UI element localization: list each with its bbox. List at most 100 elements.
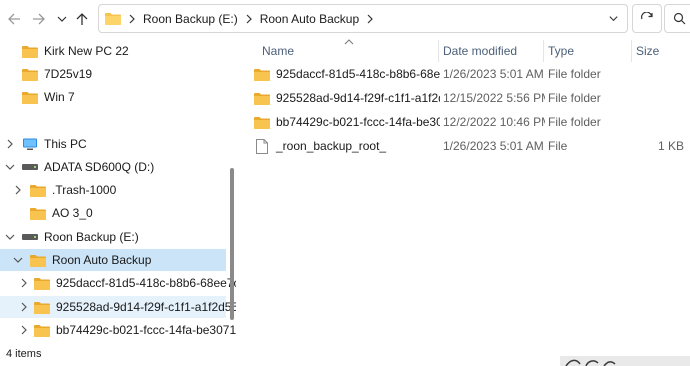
address-history-button[interactable] <box>608 13 619 27</box>
file-name-cell: _roon_backup_root_ <box>256 134 440 158</box>
drive-icon <box>22 234 38 240</box>
file-name-cell: bb74429c-b021-fccc-14fa-be30714f8c... <box>254 110 440 134</box>
nav-item-win-7[interactable]: Win 7 <box>0 86 226 108</box>
breadcrumb-folder[interactable]: Roon Auto Backup <box>260 12 359 26</box>
column-header-date-modified[interactable]: Date modified <box>443 41 517 61</box>
file-row[interactable]: _roon_backup_root_ 1/26/2023 5:01 AM Fil… <box>250 134 690 158</box>
breadcrumb-separator-icon[interactable] <box>245 14 253 24</box>
sort-ascending-icon <box>344 39 354 45</box>
nav-item-label: 925daccf-81d5-418c-b8b6-68ee7c131694 <box>56 276 236 290</box>
file-date: 1/26/2023 5:01 AM <box>443 139 544 153</box>
navigation-scrollbar[interactable] <box>229 40 236 340</box>
folder-icon <box>30 184 46 197</box>
file-type: File folder <box>548 115 601 129</box>
refresh-button[interactable] <box>632 4 662 33</box>
chevron-right-icon[interactable] <box>20 324 28 336</box>
chevron-down-icon <box>609 16 618 22</box>
chevron-down-icon[interactable] <box>4 161 16 173</box>
chevron-down-icon[interactable] <box>12 254 24 266</box>
arrow-right-icon <box>33 13 45 25</box>
breadcrumb-drive[interactable]: Roon Backup (E:) <box>143 12 238 26</box>
scrollbar-thumb[interactable] <box>230 168 234 320</box>
chevron-right-icon[interactable] <box>4 138 16 150</box>
file-name-cell: 925daccf-81d5-418c-b8b6-68ee7c131... <box>254 62 440 86</box>
nav-item-kirk-new-pc[interactable]: Kirk New PC 22 <box>0 40 226 62</box>
file-type: File <box>548 139 568 153</box>
refresh-icon <box>641 11 653 19</box>
folder-icon <box>254 68 270 81</box>
nav-item-bb74429c[interactable]: bb74429c-b021-fccc-14fa-be30714f8cb1 <box>0 319 236 340</box>
nav-item-label: bb74429c-b021-fccc-14fa-be30714f8cb1 <box>56 323 236 337</box>
file-row[interactable]: 925528ad-9d14-f29f-c1f1-a1f2d5507... 12/… <box>250 86 690 110</box>
nav-item-label: Roon Auto Backup <box>52 253 152 267</box>
chevron-right-icon[interactable] <box>20 277 28 289</box>
folder-icon <box>30 207 46 220</box>
file-name-cell: 925528ad-9d14-f29f-c1f1-a1f2d5507... <box>254 86 440 110</box>
chevron-down-icon[interactable] <box>4 231 16 243</box>
file-type: File folder <box>548 91 601 105</box>
column-header-size[interactable]: Size <box>636 41 659 61</box>
folder-icon <box>22 91 38 104</box>
column-divider[interactable] <box>543 40 544 62</box>
column-header-type[interactable]: Type <box>548 41 574 61</box>
nav-item-trash[interactable]: .Trash-1000 <box>0 179 226 201</box>
nav-item-label: AO 3_0 <box>52 206 93 220</box>
nav-item-label: 7D25v19 <box>44 67 93 81</box>
nav-item-ao-3-0[interactable]: AO 3_0 <box>0 202 226 224</box>
nav-item-label: Kirk New PC 22 <box>44 44 129 58</box>
file-list[interactable]: Name Date modified Type Size 925daccf-81… <box>240 39 690 340</box>
up-button[interactable] <box>72 9 92 29</box>
nav-item-adata-drive[interactable]: ADATA SD600Q (D:) <box>0 156 226 178</box>
file-icon <box>256 138 268 154</box>
drive-icon <box>22 164 38 170</box>
nav-item-925528ad[interactable]: 925528ad-9d14-f29f-c1f1-a1f2d550798b <box>0 296 236 318</box>
chevron-down-icon <box>57 16 67 22</box>
back-button[interactable] <box>4 9 24 29</box>
column-divider[interactable] <box>438 40 439 62</box>
nav-item-label: Win 7 <box>44 90 75 104</box>
folder-icon <box>34 277 50 290</box>
breadcrumb-separator-icon[interactable] <box>366 14 374 24</box>
arrow-up-icon <box>76 13 88 25</box>
column-header-name[interactable]: Name <box>262 41 294 61</box>
nav-item-label: .Trash-1000 <box>52 183 117 197</box>
file-row[interactable]: 925daccf-81d5-418c-b8b6-68ee7c131... 1/2… <box>250 62 690 86</box>
status-item-count: 4 items <box>6 348 42 360</box>
nav-item-roon-backup-drive[interactable]: Roon Backup (E:) <box>0 226 226 248</box>
desktop-background-fragment <box>560 356 690 366</box>
breadcrumb-separator-icon[interactable] <box>128 14 136 24</box>
search-icon <box>673 12 686 25</box>
navigation-pane[interactable]: Kirk New PC 22 7D25v19 Win 7 This PC ADA… <box>0 40 236 340</box>
file-date: 12/2/2022 10:46 PM <box>443 115 545 129</box>
nav-item-7d25v19[interactable]: 7D25v19 <box>0 63 226 85</box>
nav-item-this-pc[interactable]: This PC <box>0 133 226 155</box>
folder-icon <box>254 116 270 129</box>
nav-item-label: This PC <box>44 137 87 151</box>
column-divider[interactable] <box>631 40 632 62</box>
search-box[interactable] <box>664 4 690 33</box>
file-type: File folder <box>548 67 601 81</box>
nav-item-label: ADATA SD600Q (D:) <box>44 160 155 174</box>
file-row[interactable]: bb74429c-b021-fccc-14fa-be30714f8c... 12… <box>250 110 690 134</box>
file-name: 925528ad-9d14-f29f-c1f1-a1f2d5507... <box>276 91 440 105</box>
address-bar[interactable]: Roon Backup (E:) Roon Auto Backup <box>98 4 628 33</box>
file-name: 925daccf-81d5-418c-b8b6-68ee7c131... <box>276 67 440 81</box>
recent-locations-button[interactable] <box>52 9 72 29</box>
folder-icon <box>34 301 50 314</box>
nav-item-label: 925528ad-9d14-f29f-c1f1-a1f2d550798b <box>56 300 236 314</box>
file-size: 1 KB <box>657 139 684 153</box>
file-date: 12/15/2022 5:56 PM <box>443 91 545 105</box>
folder-icon <box>30 254 46 267</box>
folder-icon <box>22 45 38 58</box>
nav-item-roon-auto-backup[interactable]: Roon Auto Backup <box>0 249 226 271</box>
nav-item-925daccf[interactable]: 925daccf-81d5-418c-b8b6-68ee7c131694 <box>0 272 236 294</box>
pc-icon <box>23 138 37 150</box>
forward-button[interactable] <box>29 9 49 29</box>
folder-icon <box>105 13 121 25</box>
toolbar: Roon Backup (E:) Roon Auto Backup <box>0 0 690 40</box>
chevron-right-icon[interactable] <box>12 184 24 196</box>
file-date: 1/26/2023 5:01 AM <box>443 67 544 81</box>
arrow-left-icon <box>8 13 20 25</box>
folder-icon <box>34 324 50 337</box>
chevron-right-icon[interactable] <box>20 301 28 313</box>
